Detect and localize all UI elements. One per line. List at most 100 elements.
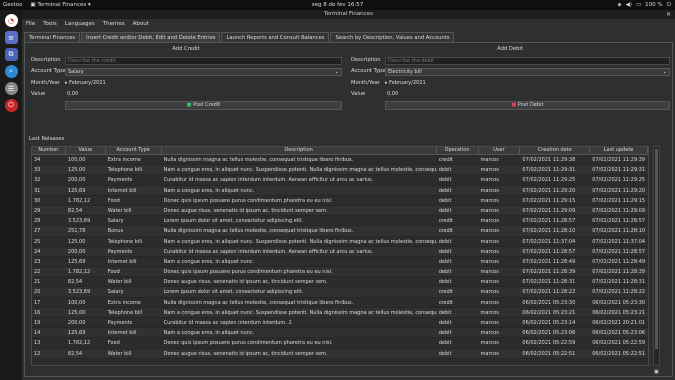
- table-cell: 07/02/2021 11:29:39: [592, 157, 646, 163]
- table-row[interactable]: 20 3.523,69 Salary Lorem ipsum dolor sit am…: [32, 287, 648, 298]
- menu-about[interactable]: About: [133, 21, 149, 27]
- table-cell: Nam a congue eros, in aliquet nunc.: [163, 258, 255, 265]
- table-cell: 34: [34, 157, 41, 163]
- scroll-down-icon[interactable]: ▣: [654, 369, 659, 375]
- table-cell: marcos: [480, 340, 499, 347]
- table-cell: debit: [438, 207, 452, 214]
- table-row[interactable]: 12 82,54 Water bill Donec augue risus, vene…: [32, 348, 648, 359]
- table-cell: Water bill: [107, 350, 132, 357]
- table-cell: 06/02/2021 05:22:51: [522, 350, 576, 357]
- table-row[interactable]: 30 1.782,12 Food Donec quis ipsum posuere p…: [32, 196, 648, 206]
- finances-app-icon[interactable]: ◔: [4, 14, 18, 27]
- table-row[interactable]: 14 125,69 Internet bill Nam a congue eros, …: [32, 328, 648, 339]
- table-row[interactable]: 23 125,69 Internet bill Nam a congue eros, …: [32, 257, 648, 268]
- table-cell: debit: [438, 197, 452, 204]
- table-row[interactable]: 33 125,00 Telephone bill Nam a congue eros,…: [32, 165, 648, 176]
- volume-icon[interactable]: ◀): [626, 2, 632, 8]
- credit-account-select[interactable]: Salary ⌄: [65, 68, 342, 76]
- table-cell: 07/02/2021 11:28:10: [592, 228, 646, 235]
- table-cell: Donec augue risus, venenatis id ipsum ac…: [163, 350, 328, 357]
- table-row[interactable]: 31 125,69 Internet bill Nam a congue eros, …: [32, 185, 648, 196]
- col-last-update[interactable]: Last update: [590, 147, 648, 154]
- menu-tools[interactable]: Tools: [43, 21, 57, 27]
- table-cell: 3.523,69: [67, 218, 91, 225]
- clock[interactable]: seg 8 de fev 16:57: [312, 2, 364, 8]
- table-cell: 23: [34, 258, 41, 265]
- power-off-icon[interactable]: ⏻: [4, 99, 18, 112]
- table-cell: Donec quis ipsum posuere purus condiment…: [163, 269, 333, 276]
- col-account-type[interactable]: Account Type: [106, 147, 162, 154]
- table-cell: 06/02/2021 05:23:30: [522, 299, 576, 306]
- power-icon[interactable]: ⏻: [667, 2, 671, 9]
- table-cell: 16: [34, 309, 41, 316]
- scrollbar-thumb[interactable]: [655, 149, 658, 349]
- col-operation[interactable]: Operation: [437, 147, 479, 154]
- table-cell: Payments: [107, 177, 133, 184]
- tab-insert-entries[interactable]: Insert Credit and/or Debit, Edit and Del…: [81, 32, 221, 42]
- tab-search[interactable]: Search by Description, Values and Accoun…: [330, 32, 455, 42]
- table-row[interactable]: 25 125,00 Telephone bill Nam a congue eros,…: [32, 237, 648, 247]
- table-row[interactable]: 32 200,00 Payments Curabitur id massa ac sa…: [32, 175, 648, 186]
- table-cell: 100,00: [67, 157, 86, 163]
- table-cell: Curabitur id massa ac sapien interdum in…: [163, 320, 292, 326]
- table-cell: 07/02/2021 11:28:57: [522, 248, 576, 255]
- network-icon[interactable]: ◈: [617, 2, 621, 8]
- tab-reports[interactable]: Launch Reports and Consult Balances: [221, 32, 330, 42]
- table-cell: Donec quis ipsum posuere purus condiment…: [163, 197, 333, 204]
- database-icon[interactable]: ☰: [4, 82, 18, 95]
- settings-sliders-icon[interactable]: ≡: [4, 31, 18, 44]
- debit-month-picker[interactable]: ▸ February/2021: [385, 80, 426, 86]
- system-top-bar: Gestoo ▣ Terminal Finances ▾ seg 8 de fe…: [0, 0, 675, 10]
- col-description[interactable]: Description: [162, 147, 437, 154]
- table-row[interactable]: 27 251,78 Bonus Nulla dignissim magna ac te…: [32, 226, 648, 237]
- col-number[interactable]: Number: [32, 147, 66, 154]
- col-user[interactable]: User: [479, 147, 521, 154]
- col-creation-date[interactable]: Creation date: [520, 147, 591, 154]
- table-row[interactable]: 17 100,00 Extra income Nulla dignissim magn…: [32, 298, 648, 308]
- debit-month-label: Month/Year: [351, 80, 380, 86]
- menu-themes[interactable]: Themes: [103, 21, 125, 27]
- debit-account-select[interactable]: Electricity bill ⌄: [385, 68, 670, 76]
- table-row[interactable]: 13 1.782,12 Food Donec quis ipsum posuere p…: [32, 338, 648, 349]
- credit-value-input[interactable]: 0,00: [65, 91, 342, 99]
- table-row[interactable]: 22 1.782,12 Food Donec quis ipsum posuere p…: [32, 267, 648, 278]
- table-cell: 07/02/2021 11:28:10: [522, 228, 576, 235]
- table-cell: 07/02/2021 11:29:25: [522, 177, 576, 184]
- equalizer-icon[interactable]: ⧉: [4, 48, 18, 61]
- table-cell: 82,54: [67, 279, 83, 286]
- table-cell: marcos: [480, 330, 499, 337]
- table-cell: Donec augue risus, venenatis id ipsum ac…: [163, 207, 328, 214]
- table-row[interactable]: 19 200,00 Payments Curabitur id massa ac sa…: [32, 318, 648, 329]
- credit-description-input[interactable]: Describe the credit: [65, 57, 342, 65]
- battery-icon[interactable]: ▭: [636, 2, 641, 8]
- table-cell: marcos: [480, 350, 499, 357]
- table-cell: Nam a congue eros, in aliquet nunc. Susp…: [163, 238, 437, 245]
- table-row[interactable]: 24 200,00 Payments Curabitur id massa ac sa…: [32, 246, 648, 257]
- table-cell: 82,54: [67, 207, 83, 214]
- table-row[interactable]: 28 3.523,69 Salary Lorem ipsum dolor sit am…: [32, 216, 648, 227]
- table-row[interactable]: 29 82,54 Water bill Donec augue risus, vene…: [32, 205, 648, 217]
- table-cell: 07/02/2021 11:28:57: [592, 248, 646, 255]
- post-debit-button[interactable]: ■ Post Debit: [385, 101, 670, 110]
- col-value[interactable]: Value: [66, 147, 106, 154]
- vertical-scrollbar[interactable]: ▣: [653, 146, 660, 375]
- table-cell: Water bill: [107, 207, 132, 214]
- post-credit-button[interactable]: ■ Post Credit: [65, 101, 342, 110]
- table-row[interactable]: 16 125,00 Telephone bill Nam a congue eros,…: [32, 307, 648, 318]
- table-cell: 07/02/2021 11:29:15: [592, 197, 646, 204]
- last-releases-title: Last Releases: [29, 136, 65, 142]
- tab-terminal-finances[interactable]: Terminal Finances: [24, 32, 81, 42]
- menu-languages[interactable]: Languages: [65, 21, 95, 27]
- table-cell: credit: [438, 228, 453, 235]
- table-row[interactable]: 21 82,54 Water bill Donec augue risus, vene…: [32, 277, 648, 288]
- sidebar-dock: ◔ ≡ ⧉ ⌕ ☰ ⏻: [0, 10, 22, 380]
- table-row[interactable]: 34 100,00 Extra income Nulla dignissim magn…: [32, 155, 648, 166]
- debit-value-input[interactable]: 0,00: [385, 91, 670, 99]
- table-cell: marcos: [480, 197, 499, 204]
- credit-month-picker[interactable]: ▸ February/2021: [65, 80, 106, 86]
- search-icon[interactable]: ⌕: [4, 65, 18, 78]
- debit-description-input[interactable]: Describe the debit: [385, 57, 670, 65]
- table-cell: 07/02/2021 11:29:20: [592, 187, 646, 194]
- close-window-icon[interactable]: ✕: [666, 10, 671, 19]
- menu-file[interactable]: File: [26, 21, 35, 27]
